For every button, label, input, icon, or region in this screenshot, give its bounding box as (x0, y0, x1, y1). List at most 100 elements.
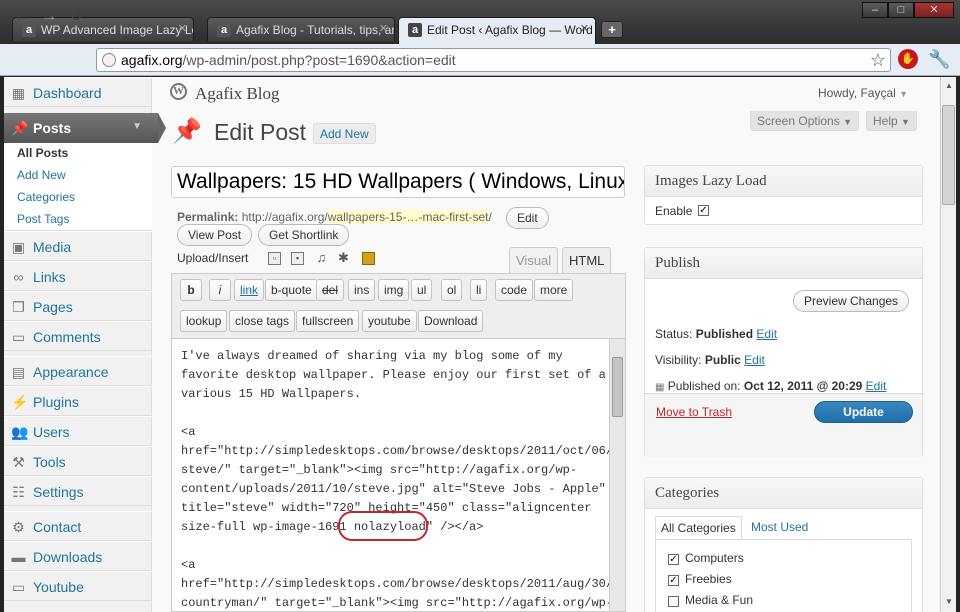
tab-close-icon[interactable]: ✕ (379, 22, 388, 35)
submenu-all-posts[interactable]: All Posts (17, 146, 68, 160)
qt-download-button[interactable]: Download (418, 310, 484, 332)
category-checkbox[interactable] (668, 596, 679, 607)
pushpin-icon: 📌 (172, 118, 202, 145)
qt-del-button[interactable]: del (316, 279, 345, 301)
add-media-icon[interactable]: ✱ (337, 251, 350, 265)
close-window-button[interactable]: ✕ (914, 2, 954, 18)
quicktags-toolbar: b i link b-quote del ins img ul ol li co… (171, 273, 626, 338)
tab-close-icon[interactable]: ✕ (178, 22, 187, 35)
qt-italic-button[interactable]: i (209, 279, 231, 301)
bookmark-star-icon[interactable]: ☆ (870, 50, 886, 71)
tab-close-icon[interactable]: ✕ (580, 22, 589, 35)
sidebar-item-links[interactable]: ∞ Links (4, 261, 152, 291)
sidebar-item-media[interactable]: ▣ Media (4, 231, 152, 261)
qt-more-button[interactable]: more (534, 279, 574, 301)
help-button[interactable]: Help ▼ (866, 111, 917, 131)
update-button[interactable]: Update (814, 401, 913, 423)
sidebar-item-youtube[interactable]: ▭ Youtube (4, 571, 152, 601)
address-bar[interactable]: agafix.org/wp-admin/post.php?post=1690&a… (96, 48, 891, 72)
user-greeting[interactable]: Howdy, Fayçal ▼ (818, 86, 908, 100)
wordpress-logo-icon[interactable]: W (170, 83, 187, 100)
scroll-up-icon[interactable]: ▲ (945, 81, 953, 90)
images-lazy-load-box: Images Lazy Load Enable ✓ (644, 165, 923, 225)
browser-tab-2[interactable]: a Agafix Blog - Tutorials, tips, ar ✕ (207, 17, 395, 41)
maximize-button[interactable]: □ (888, 2, 914, 18)
published-on-row: ▦ Published on: Oct 12, 2011 @ 20:29 Edi… (655, 379, 886, 393)
screen-options-button[interactable]: Screen Options ▼ (750, 111, 859, 131)
published-on-label: Published on: (667, 379, 741, 393)
sidebar-item-settings[interactable]: ☷ Settings (4, 476, 152, 506)
enable-checkbox[interactable]: ✓ (698, 205, 709, 216)
chevron-down-icon[interactable]: ▼ (132, 121, 142, 132)
submenu-categories[interactable]: Categories (17, 190, 75, 204)
sidebar-item-comments[interactable]: ▭ Comments (4, 321, 152, 351)
qt-close-tags-button[interactable]: close tags (229, 310, 296, 332)
editor-scrollbar[interactable] (609, 339, 625, 611)
tab-all-categories[interactable]: All Categories (655, 516, 742, 540)
sidebar-item-downloads[interactable]: ▬ Downloads (4, 541, 152, 571)
minimize-button[interactable]: – (862, 2, 888, 18)
sidebar-item-label: Media (33, 239, 72, 255)
scroll-down-icon[interactable]: ▼ (945, 597, 953, 606)
move-to-trash-link[interactable]: Move to Trash (656, 405, 732, 419)
wrench-icon[interactable]: 🔧 (928, 48, 950, 70)
sidebar-item-appearance[interactable]: ▤ Appearance (4, 356, 152, 386)
qt-bold-button[interactable]: b (180, 279, 202, 301)
add-image-icon[interactable]: ▫ (268, 252, 281, 265)
lazyload-box-title[interactable]: Images Lazy Load (645, 166, 922, 197)
sidebar-item-tools[interactable]: ⚒ Tools (4, 446, 152, 476)
qt-img-button[interactable]: img (378, 279, 410, 301)
qt-li-button[interactable]: li (470, 279, 488, 301)
edit-date-link[interactable]: Edit (866, 379, 887, 393)
editor-scrollbar-thumb[interactable] (612, 357, 623, 417)
add-new-button[interactable]: Add New (313, 123, 376, 144)
sidebar-item-plugins[interactable]: ⚡ Plugins (4, 386, 152, 416)
permalink-edit-button[interactable]: Edit (506, 207, 549, 229)
qt-lookup-button[interactable]: lookup (180, 310, 228, 332)
sidebar-item-label: Users (33, 424, 70, 440)
sidebar-item-users[interactable]: 👥 Users (4, 416, 152, 446)
add-gallery-icon[interactable] (362, 252, 375, 265)
sidebar-item-pages[interactable]: ❐ Pages (4, 291, 152, 321)
add-video-icon[interactable]: ▪ (291, 252, 304, 265)
qt-code-button[interactable]: code (495, 279, 534, 301)
submenu-add-new[interactable]: Add New (17, 168, 66, 182)
publish-box-title[interactable]: Publish (645, 248, 922, 279)
tab-most-used[interactable]: Most Used (751, 520, 808, 534)
get-shortlink-button[interactable]: Get Shortlink (258, 224, 350, 246)
qt-bquote-button[interactable]: b-quote (265, 279, 318, 301)
site-name[interactable]: Agafix Blog (195, 84, 280, 104)
forward-icon[interactable]: → (37, 4, 61, 28)
qt-link-button[interactable]: link (234, 279, 265, 301)
categories-box-title[interactable]: Categories (645, 478, 922, 509)
edit-status-link[interactable]: Edit (756, 327, 777, 341)
page-scrollbar[interactable]: ▲ ▼ (940, 77, 956, 612)
sidebar-item-dashboard[interactable]: ▦ Dashboard (4, 77, 152, 107)
sidebar-item-posts[interactable]: 📌 Posts ▼ (4, 113, 166, 143)
add-audio-icon[interactable]: ♫ (315, 251, 328, 265)
preview-changes-button[interactable]: Preview Changes (793, 290, 910, 312)
category-checkbox[interactable]: ✓ (668, 575, 679, 586)
tab-visual[interactable]: Visual (509, 247, 559, 273)
back-icon[interactable]: ← (10, 4, 34, 28)
sidebar-item-label: Downloads (33, 549, 103, 565)
new-tab-button[interactable]: + (601, 21, 623, 38)
tab-html[interactable]: HTML (562, 247, 612, 273)
edit-visibility-link[interactable]: Edit (744, 353, 765, 367)
view-post-button[interactable]: View Post (177, 224, 253, 246)
post-content-textarea[interactable]: I've always dreamed of sharing via my bl… (171, 338, 626, 612)
sidebar-item-contact[interactable]: ⚙ Contact (4, 511, 152, 541)
qt-youtube-button[interactable]: youtube (362, 310, 417, 332)
qt-ul-button[interactable]: ul (411, 279, 433, 301)
submenu-post-tags[interactable]: Post Tags (17, 212, 69, 226)
qt-fullscreen-button[interactable]: fullscreen (296, 310, 360, 332)
browser-tab-3[interactable]: a Edit Post ‹ Agafix Blog — Word ✕ (398, 17, 596, 44)
reload-icon[interactable]: ↻ (64, 4, 88, 28)
permalink-slug[interactable]: wallpapers-15-…-mac-first-set (327, 210, 489, 224)
qt-ol-button[interactable]: ol (441, 279, 463, 301)
category-checkbox[interactable]: ✓ (668, 554, 679, 565)
adblock-extension-icon[interactable]: ✋ (898, 49, 918, 69)
qt-ins-button[interactable]: ins (348, 279, 376, 301)
post-title-input[interactable]: Wallpapers: 15 HD Wallpapers ( Windows, … (171, 166, 625, 198)
page-scrollbar-thumb[interactable] (942, 105, 955, 205)
